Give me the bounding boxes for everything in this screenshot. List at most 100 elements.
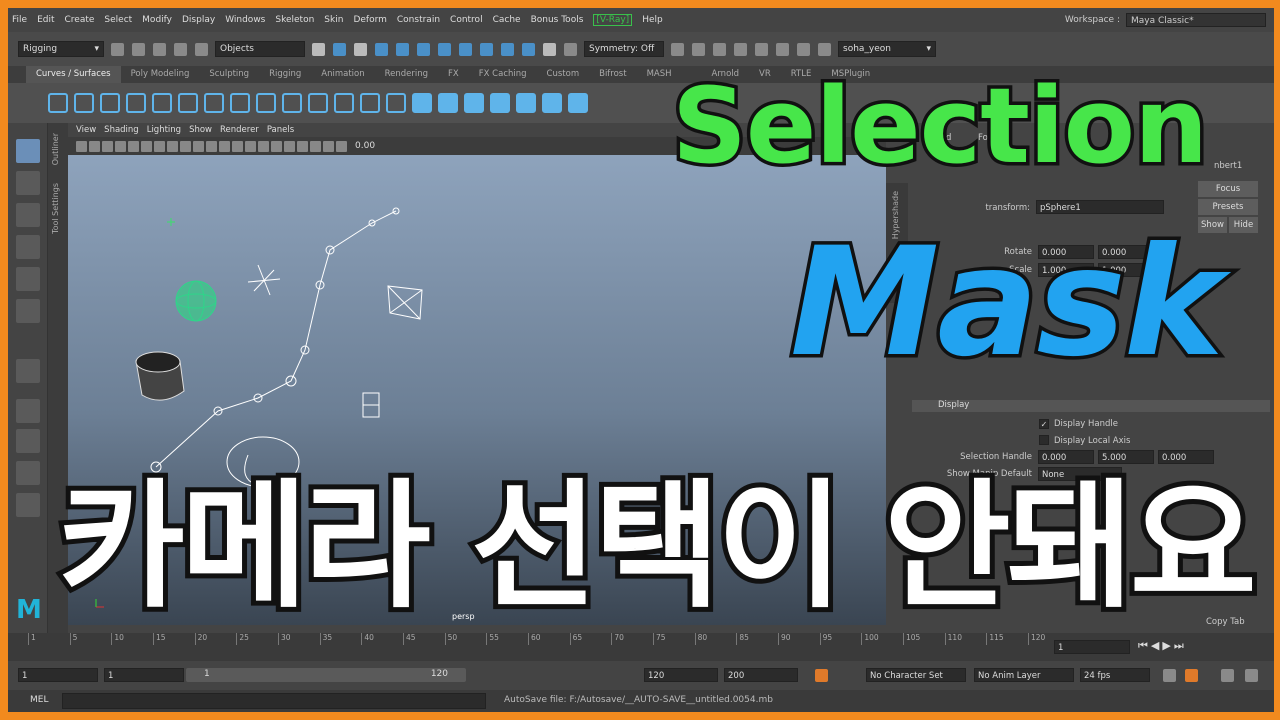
use-all-lights-icon[interactable] [258,140,269,152]
arc-tool-icon[interactable] [152,93,172,113]
viewport-menu-lighting[interactable]: Lighting [147,125,181,135]
insert-knot-icon[interactable] [334,93,354,113]
ipr-render-icon[interactable] [713,42,726,56]
lasso-tool-icon[interactable] [16,171,40,195]
mask-misc-icon[interactable] [522,42,535,56]
mask-deformations-icon[interactable] [459,42,472,56]
shelf-tab-fx[interactable]: FX [438,66,469,83]
save-scene-icon[interactable] [153,42,166,56]
shadows-icon[interactable] [271,140,282,152]
render-settings-icon[interactable] [734,42,747,56]
menu-item-edit[interactable]: Edit [37,15,54,25]
redo-icon[interactable] [195,42,208,56]
wireframe-icon[interactable] [206,140,217,152]
selection-handle-x[interactable]: 0.000 [1038,450,1094,464]
new-scene-icon[interactable] [111,42,124,56]
mask-surfaces-icon[interactable] [438,42,451,56]
curve-tool-icon[interactable] [16,359,40,383]
menu-item-select[interactable]: Select [104,15,132,25]
viewport-menu-view[interactable]: View [76,125,96,135]
tool-settings-tab[interactable]: Tool Settings [51,183,60,234]
paint-select-icon[interactable] [16,203,40,227]
mask-rendering-icon[interactable] [501,42,514,56]
display-local-axis-checkbox[interactable] [1039,435,1049,445]
vray-render-icon[interactable] [776,42,789,56]
playback-controls-icon[interactable]: ⏮◀▶⏭ [1138,639,1187,653]
shelf-tab-sculpting[interactable]: Sculpting [199,66,259,83]
undo-icon[interactable] [174,42,187,56]
character-set-dropdown[interactable]: No Character Set [866,668,966,682]
render-view-icon[interactable] [671,42,684,56]
shelf-tab-fx-caching[interactable]: FX Caching [469,66,537,83]
nurbs-sphere-icon[interactable] [412,93,432,113]
shelf-tab-rigging[interactable]: Rigging [259,66,311,83]
hide-button[interactable]: Hide [1229,217,1258,233]
rotate-tool-icon[interactable] [16,267,40,291]
menu-item-deform[interactable]: Deform [353,15,386,25]
textured-icon[interactable] [245,140,256,152]
camera-select-icon[interactable] [76,140,87,152]
menu-item-display[interactable]: Display [182,15,215,25]
shelf-tab-bifrost[interactable]: Bifrost [589,66,636,83]
display-section-header[interactable]: Display [912,400,1270,412]
four-view-layout-icon[interactable] [16,429,40,453]
shelf-tab-animation[interactable]: Animation [311,66,374,83]
extend-curve-icon[interactable] [308,93,328,113]
vray-ipr-icon[interactable] [797,42,810,56]
shelf-tab-poly-modeling[interactable]: Poly Modeling [121,66,200,83]
attach-curves-icon[interactable] [204,93,224,113]
menu-item-v-ray[interactable]: [V-Ray] [593,14,633,26]
time-slider[interactable]: 1 5 10 15 20 25 30 35 40 45 50 55 60 65 70 75 80 85 90 95 10… [8,633,1274,661]
image-plane-icon[interactable] [115,140,126,152]
mask-handles-icon[interactable] [375,42,388,56]
bookmark-icon[interactable] [102,140,113,152]
grid-icon[interactable] [128,140,139,152]
outliner-layout-icon[interactable] [16,493,40,517]
workspace-selector[interactable]: Workspace : Maya Classic* [1065,13,1266,27]
playback-start-field[interactable]: 1 [104,668,184,682]
wireframe-on-shaded-icon[interactable] [232,140,243,152]
menu-item-skin[interactable]: Skin [324,15,343,25]
menu-item-help[interactable]: Help [642,15,663,25]
reverse-curve-icon[interactable] [360,93,380,113]
start-time-field[interactable]: 1 [18,668,98,682]
mask-joints-icon[interactable] [396,42,409,56]
offset-curve-icon[interactable] [386,93,406,113]
menu-item-modify[interactable]: Modify [142,15,172,25]
select-hierarchy-icon[interactable] [312,42,325,56]
select-tool-icon[interactable] [16,139,40,163]
menu-item-constrain[interactable]: Constrain [397,15,440,25]
playback-options-icon[interactable] [1185,669,1198,682]
selection-handle-z[interactable]: 0.000 [1158,450,1214,464]
cv-curve-icon[interactable] [100,93,120,113]
nurbs-plane-icon[interactable] [516,93,536,113]
menu-item-cache[interactable]: Cache [493,15,521,25]
menu-item-windows[interactable]: Windows [225,15,265,25]
mask-curves-icon[interactable] [417,42,430,56]
presets-button[interactable]: Presets [1198,199,1258,215]
anim-layer-dropdown[interactable]: No Anim Layer [974,668,1074,682]
resolution-gate-icon[interactable] [154,140,165,152]
lock-selection-icon[interactable] [543,42,556,56]
shelf-tab-custom[interactable]: Custom [537,66,590,83]
square-tool-icon[interactable] [74,93,94,113]
auto-key-icon[interactable] [815,669,828,682]
menu-item-create[interactable]: Create [65,15,95,25]
single-perspective-layout-icon[interactable] [16,399,40,423]
move-tool-icon[interactable] [16,235,40,259]
preferences-icon[interactable] [1245,669,1258,682]
transform-field[interactable]: pSphere1 [1036,200,1164,214]
end-time-field[interactable]: 200 [724,668,798,682]
bezier-curve-icon[interactable] [178,93,198,113]
current-frame-field[interactable]: 1 [1054,640,1130,654]
select-component-icon[interactable] [354,42,367,56]
gate-mask-icon[interactable] [167,140,178,152]
viewport-menu-renderer[interactable]: Renderer [220,125,259,135]
mel-label[interactable]: MEL [30,695,48,705]
symmetry-dropdown[interactable]: Symmetry: Off [584,41,664,57]
two-view-layout-icon[interactable] [16,461,40,485]
user-account-dropdown[interactable]: soha_yeon ▾ [838,41,936,57]
field-chart-icon[interactable] [180,140,191,152]
smooth-shade-icon[interactable] [219,140,230,152]
viewport-menu-panels[interactable]: Panels [267,125,294,135]
